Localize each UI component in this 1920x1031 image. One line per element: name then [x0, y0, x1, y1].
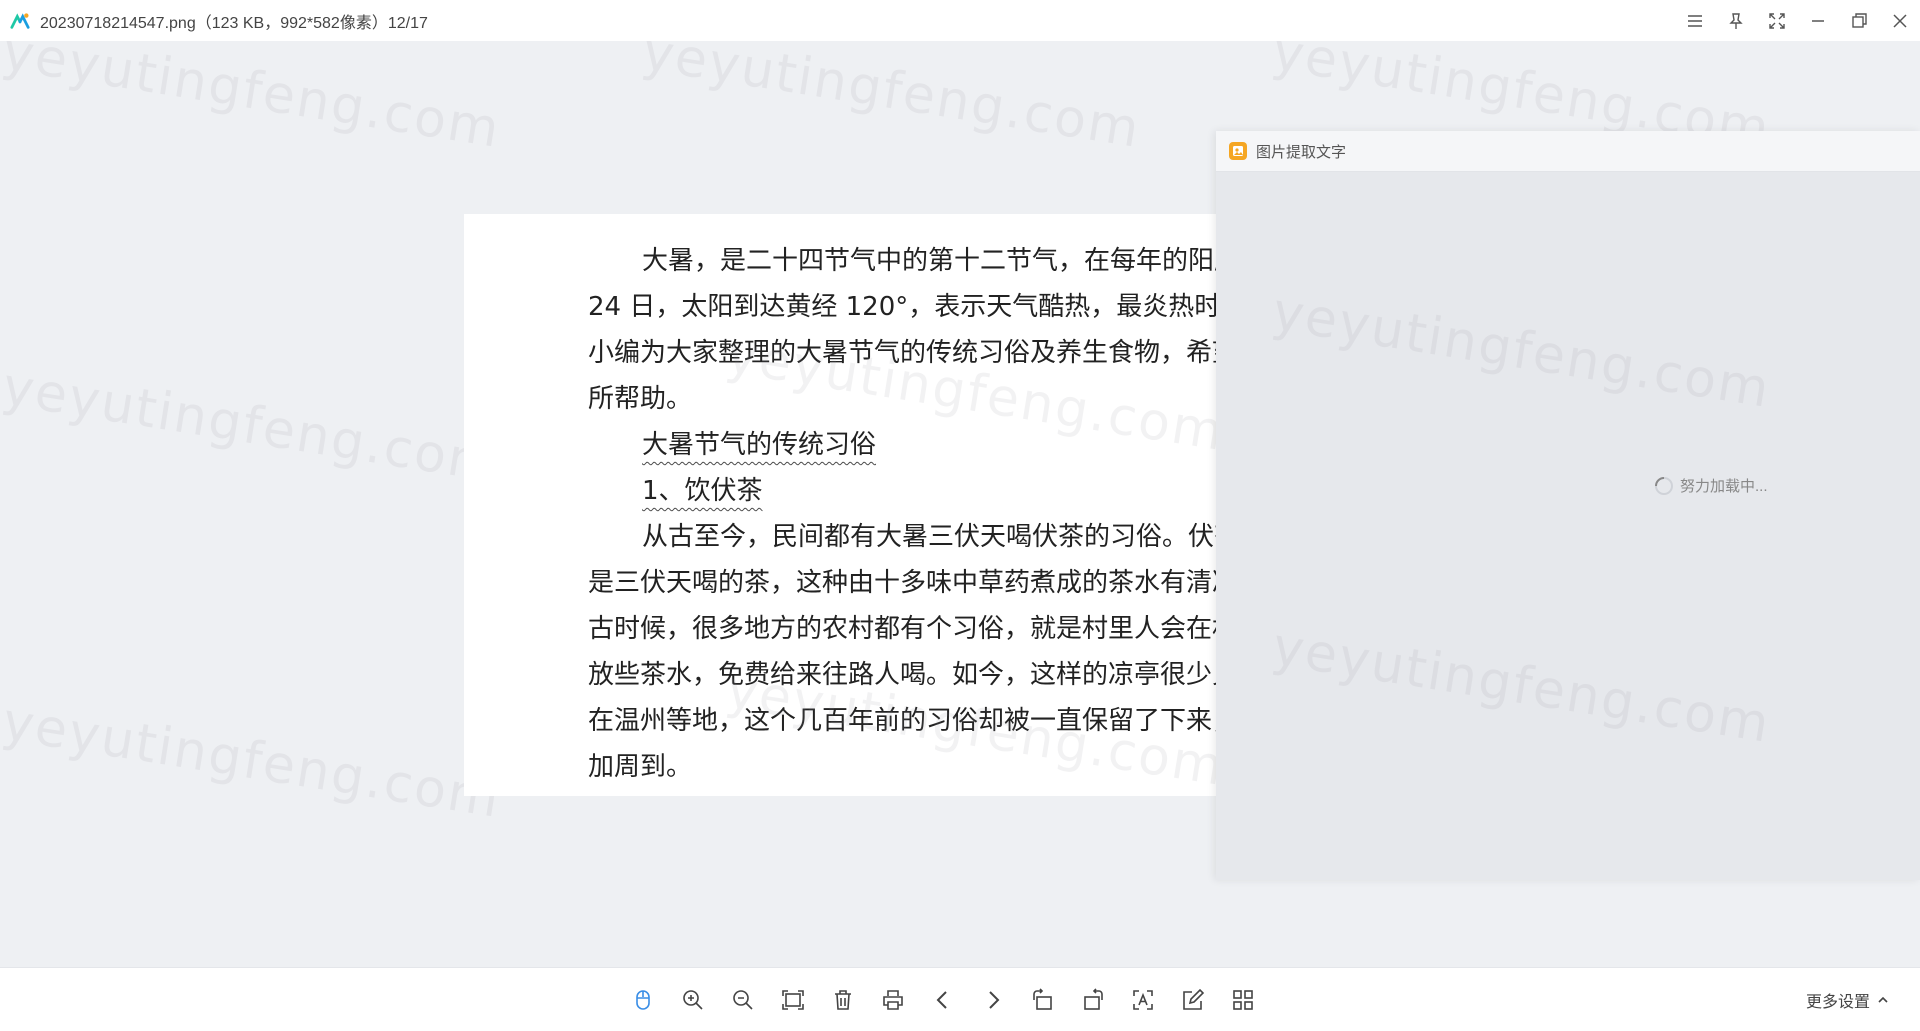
watermark: yeyutingfeng.com [1268, 617, 1775, 755]
mouse-icon[interactable] [618, 975, 668, 1025]
window-controls [1674, 0, 1920, 41]
watermark: yeyutingfeng.com [638, 41, 1145, 160]
document-line-text: 在温州等地，这个几百年前的习俗却被一直保留了下来，而且变得更 [588, 706, 1216, 736]
document-line-text: 24 日，太阳到达黄经 120°，表示天气酷热，最炎热时期的到来。 [588, 292, 1216, 322]
document-line-text: 加周到。 [588, 752, 693, 782]
document-line: 古时候，很多地方的农村都有个习俗，就是村里人会在村口的凉亭里 [588, 606, 1216, 652]
ocr-panel-header: 图片提取文字 [1216, 131, 1920, 172]
document-line: 所帮助。 [588, 376, 1216, 422]
document-line: 在温州等地，这个几百年前的习俗却被一直保留了下来，而且变得更 [588, 698, 1216, 744]
document-line: 放些茶水，免费给来往路人喝。如今，这样的凉亭很少见了，但是 [588, 652, 1216, 698]
watermark: yeyutingfeng.com [0, 692, 505, 830]
document-line: 小编为大家整理的大暑节气的传统习俗及养生食物，希望对大家 [588, 330, 1216, 376]
document-line-text: 大暑，是二十四节气中的第十二节气，在每年的阳历7月22 [642, 246, 1216, 276]
document-line: 大暑，是二十四节气中的第十二节气，在每年的阳历7月22 [588, 238, 1216, 284]
close-icon[interactable] [1879, 0, 1920, 41]
watermark: yeyutingfeng.com [0, 41, 505, 160]
document-line: 1、饮伏茶 [588, 468, 1216, 514]
minimize-icon[interactable] [1797, 0, 1838, 41]
app-logo-icon [10, 10, 32, 32]
menu-icon[interactable] [1674, 0, 1715, 41]
rotate-left-icon[interactable] [1018, 975, 1068, 1025]
window-title: 20230718214547.png（123 KB，992*582像素）12/1… [40, 14, 428, 32]
ocr-app-icon [1228, 141, 1248, 161]
ocr-panel-title: 图片提取文字 [1256, 143, 1347, 161]
document-line-text: 放些茶水，免费给来往路人喝。如今，这样的凉亭很少见了，但是 [588, 660, 1216, 690]
document-line-text: 1、饮伏茶 [642, 476, 763, 506]
zoom-in-icon[interactable] [668, 975, 718, 1025]
zoom-out-icon[interactable] [718, 975, 768, 1025]
extract-text-icon[interactable] [1118, 975, 1168, 1025]
document-line: 从古至今，民间都有大暑三伏天喝伏茶的习俗。伏茶，顾名思义， [588, 514, 1216, 560]
fit-screen-icon[interactable] [768, 975, 818, 1025]
restore-icon[interactable] [1838, 0, 1879, 41]
document-line-text: 小编为大家整理的大暑节气的传统习俗及养生食物，希望对大家 [588, 338, 1216, 368]
document-line-text: 是三伏天喝的茶，这种由十多味中草药煮成的茶水有清凉祛暑的作用。 [588, 568, 1216, 598]
document-line: 大暑节气的传统习俗 [588, 422, 1216, 468]
document-line: 加周到。 [588, 744, 1216, 790]
chevron-up-icon [1878, 996, 1888, 1003]
watermark: yeyutingfeng.com [1268, 282, 1775, 420]
spinner-icon [1655, 476, 1673, 495]
pin-icon[interactable] [1715, 0, 1756, 41]
loading-indicator: 努力加载中... [1654, 475, 1768, 496]
rotate-right-icon[interactable] [1068, 975, 1118, 1025]
loading-text: 努力加载中... [1680, 478, 1768, 495]
watermark: yeyutingfeng.com [0, 357, 505, 495]
document-line: 是三伏天喝的茶，这种由十多味中草药煮成的茶水有清凉祛暑的作用。 [588, 560, 1216, 606]
next-icon[interactable] [968, 975, 1018, 1025]
fullscreen-icon[interactable] [1756, 0, 1797, 41]
print-icon[interactable] [868, 975, 918, 1025]
document-line-text: 大暑节气的传统习俗 [642, 430, 877, 460]
delete-icon[interactable] [818, 975, 868, 1025]
document-line-text: 所帮助。 [588, 384, 693, 414]
more-settings-button[interactable]: 更多设置 [1806, 968, 1890, 1031]
tool-group [618, 968, 1268, 1031]
document-image[interactable]: 大暑，是二十四节气中的第十二节气，在每年的阳历7月22 24 日，太阳到达黄经 1… [464, 214, 1216, 796]
document-line-text: 从古至今，民间都有大暑三伏天喝伏茶的习俗。伏茶，顾名思义， [642, 522, 1216, 552]
edit-icon[interactable] [1168, 975, 1218, 1025]
previous-icon[interactable] [918, 975, 968, 1025]
title-bar: 20230718214547.png（123 KB，992*582像素）12/1… [0, 0, 1920, 41]
ocr-panel: 图片提取文字 yeyutingfeng.com yeyutingfeng.com… [1216, 131, 1920, 880]
bottom-toolbar: 更多设置 [0, 967, 1920, 1031]
document-line-text: 古时候，很多地方的农村都有个习俗，就是村里人会在村口的凉亭里 [588, 614, 1216, 644]
document-line: 24 日，太阳到达黄经 120°，表示天气酷热，最炎热时期的到来。 [588, 284, 1216, 330]
more-settings-label: 更多设置 [1805, 993, 1870, 1011]
document-text: 大暑，是二十四节气中的第十二节气，在每年的阳历7月22 24 日，太阳到达黄经 1… [588, 238, 1216, 790]
grid-view-icon[interactable] [1218, 975, 1268, 1025]
